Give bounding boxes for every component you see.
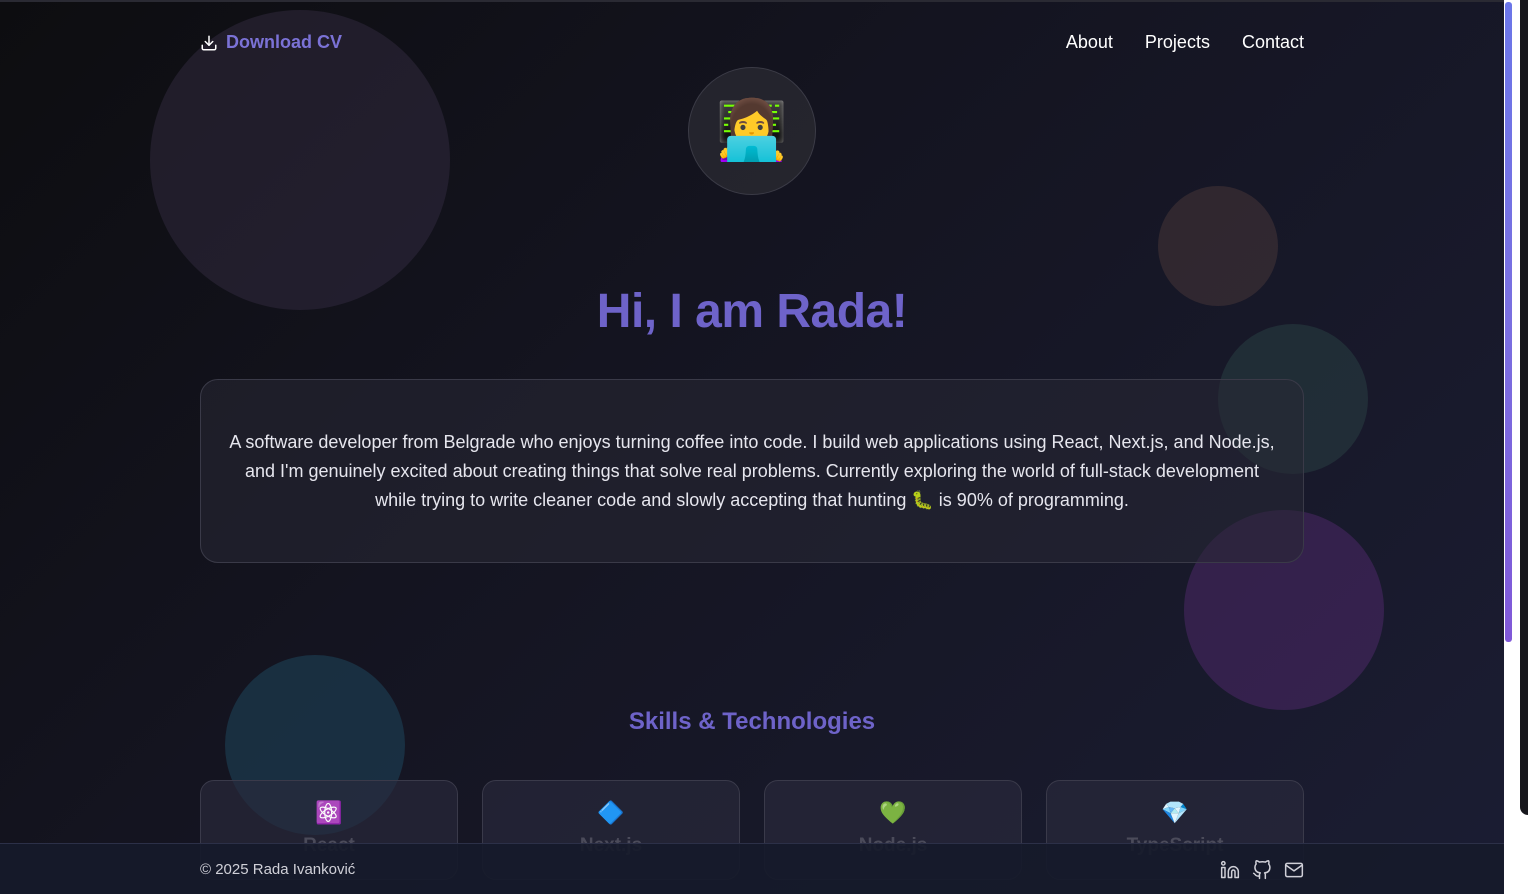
bio-card: A software developer from Belgrade who e… bbox=[200, 379, 1304, 563]
github-icon[interactable] bbox=[1252, 860, 1272, 880]
mail-icon[interactable] bbox=[1284, 860, 1304, 880]
copyright-text: © 2025 Rada Ivanković bbox=[200, 861, 356, 878]
nav-link-projects[interactable]: Projects bbox=[1145, 32, 1210, 53]
avatar-emoji: 👩‍💻 bbox=[715, 98, 789, 163]
nav-link-contact[interactable]: Contact bbox=[1242, 32, 1304, 53]
window-edge bbox=[1520, 0, 1528, 815]
green-heart-icon: 💚 bbox=[879, 800, 907, 825]
react-icon: ⚛️ bbox=[315, 800, 343, 825]
hero-title: Hi, I am Rada! bbox=[596, 285, 908, 338]
nav-link-about[interactable]: About bbox=[1066, 32, 1113, 53]
download-cv-button[interactable]: Download CV bbox=[200, 32, 342, 53]
footer: © 2025 Rada Ivanković bbox=[0, 843, 1504, 894]
download-cv-label: Download CV bbox=[226, 32, 342, 52]
diamond-icon: 🔷 bbox=[597, 800, 625, 825]
scrollbar-thumb[interactable] bbox=[1505, 2, 1512, 642]
skills-title: Skills & Technologies bbox=[628, 708, 876, 735]
scrollbar[interactable] bbox=[1504, 0, 1528, 894]
linkedin-icon[interactable] bbox=[1220, 860, 1240, 880]
social-links bbox=[1220, 860, 1304, 880]
bio-text: A software developer from Belgrade who e… bbox=[229, 431, 1275, 510]
main-nav: About Projects Contact bbox=[1066, 32, 1304, 53]
gem-icon: 💎 bbox=[1161, 800, 1189, 825]
page-viewport: Download CV About Projects Contact 👩‍💻 H… bbox=[0, 0, 1504, 894]
download-icon bbox=[201, 35, 217, 50]
avatar: 👩‍💻 bbox=[688, 67, 816, 195]
decorative-blob bbox=[150, 10, 450, 310]
